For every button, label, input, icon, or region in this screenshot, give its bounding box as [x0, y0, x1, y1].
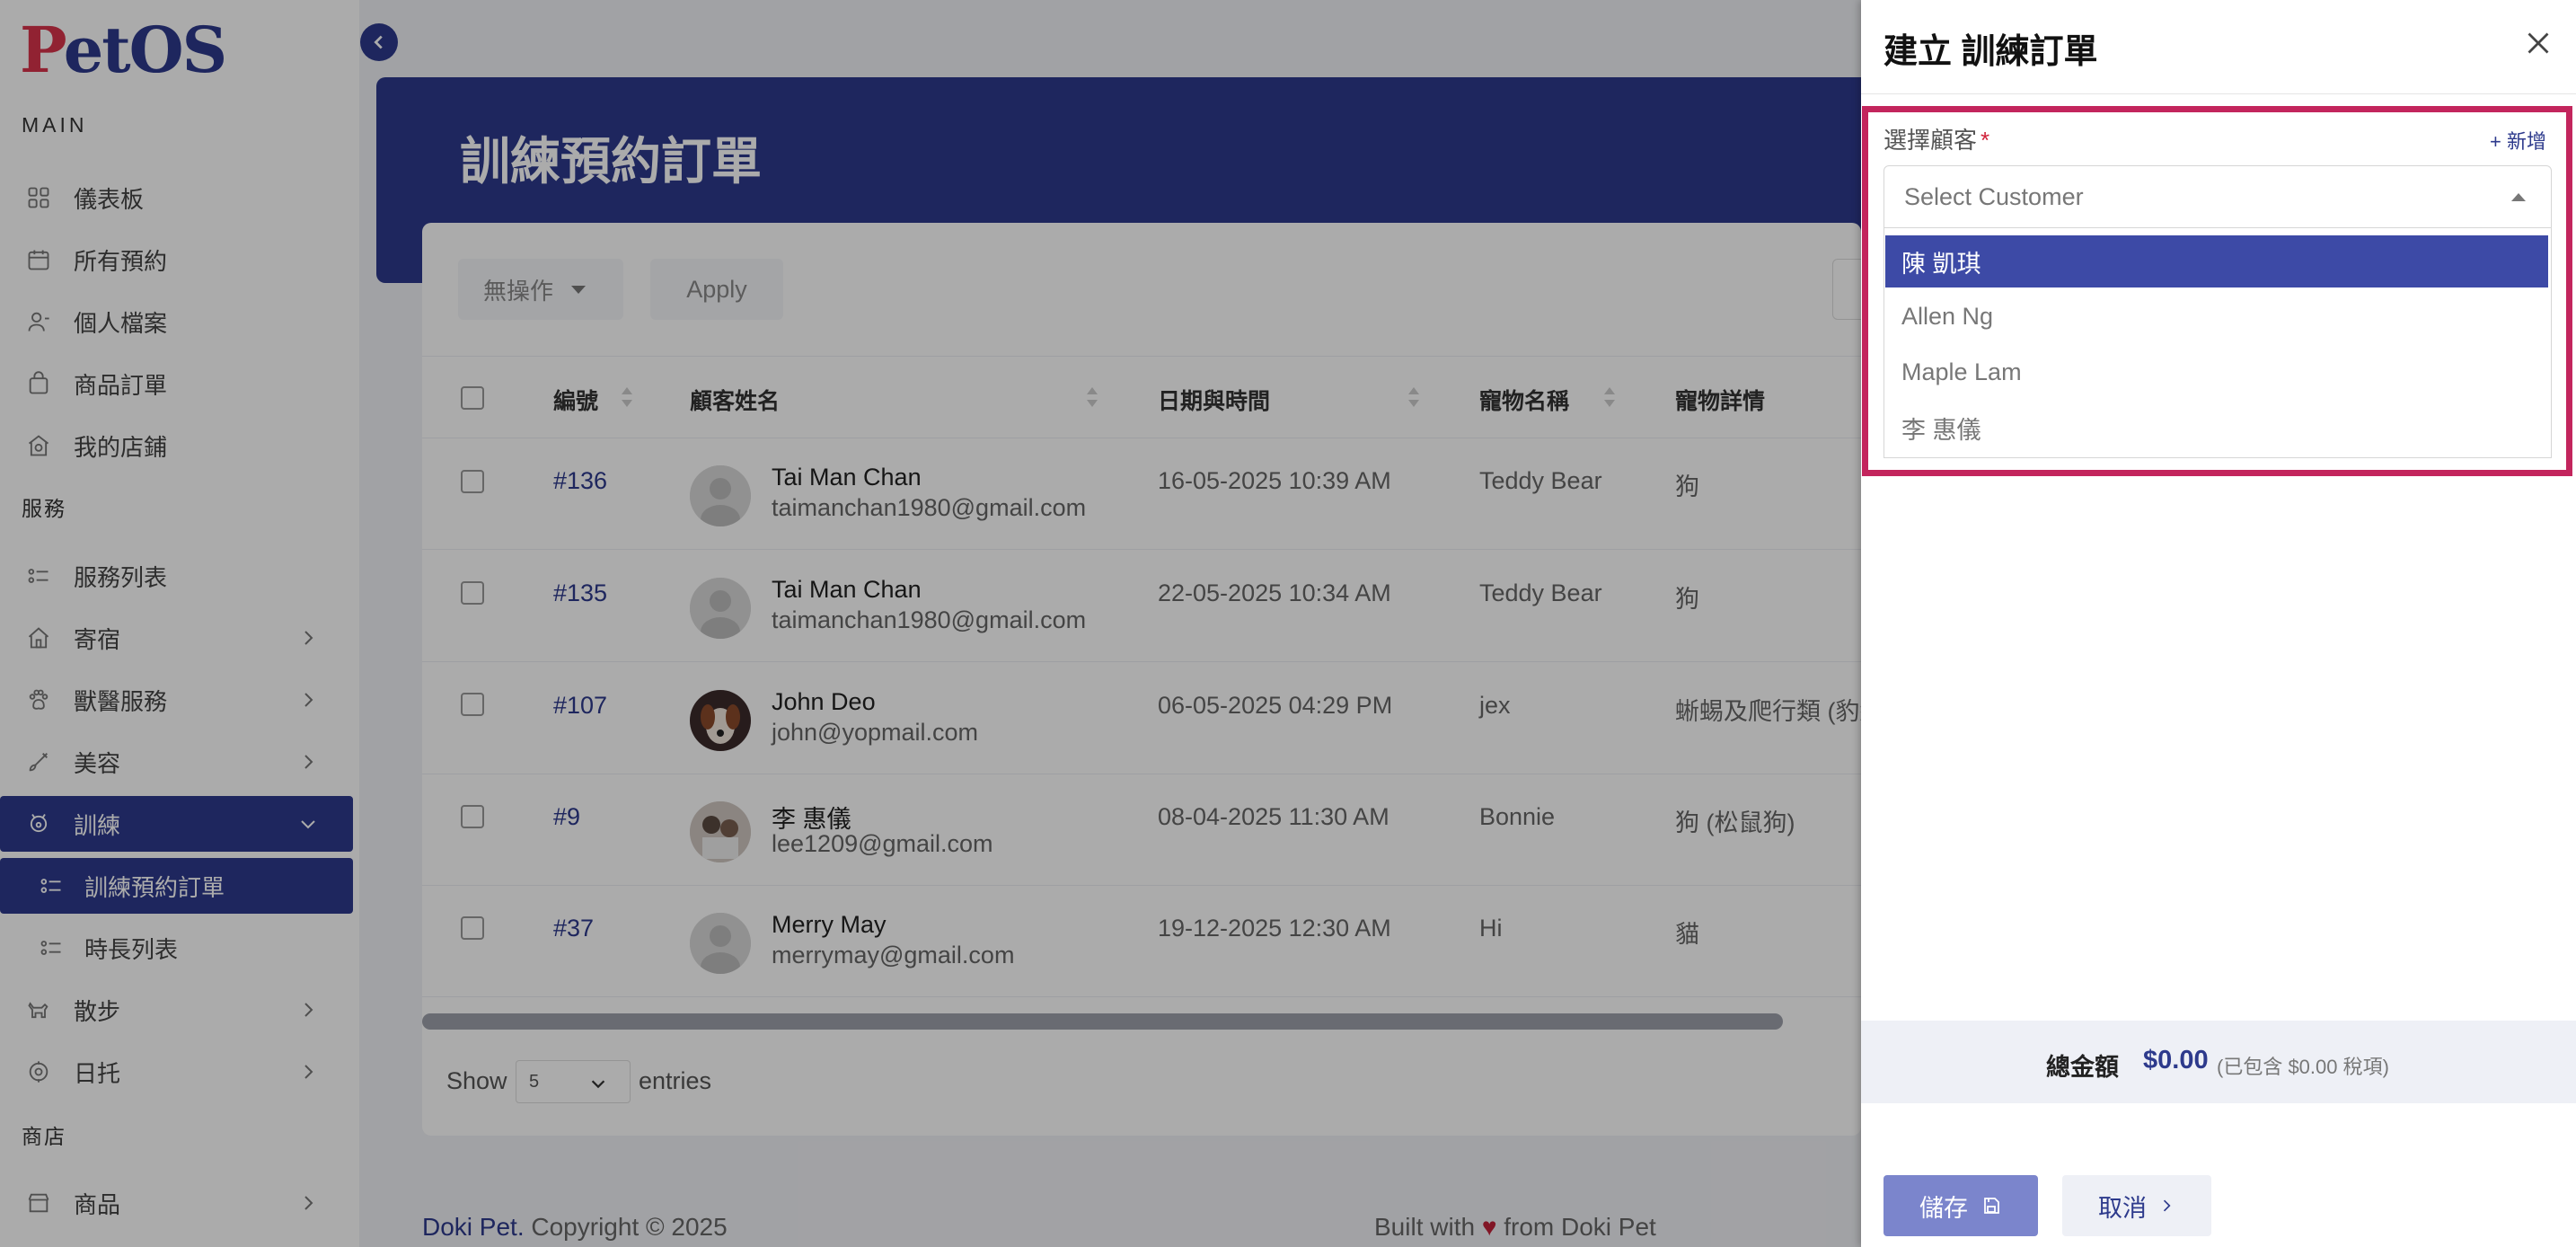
modal-backdrop[interactable]	[0, 0, 1861, 1247]
cancel-button-label: 取消	[2098, 1194, 2147, 1222]
drawer-divider	[1861, 93, 2576, 94]
total-tax-note: (已包含 $0.00 稅項)	[2217, 1056, 2389, 1078]
save-button[interactable]: 儲存	[1883, 1175, 2038, 1236]
highlight-outline	[1862, 106, 2572, 476]
save-button-label: 儲存	[1919, 1194, 1968, 1222]
save-icon	[1984, 1198, 1999, 1214]
total-label: 總金額	[2046, 1054, 2119, 1081]
drawer-title: 建立 訓練訂單	[1883, 33, 2098, 71]
chevron-right-icon	[2163, 1199, 2171, 1212]
total-value: $0.00	[2143, 1046, 2209, 1075]
cancel-button[interactable]: 取消	[2062, 1175, 2211, 1236]
close-icon[interactable]	[2522, 27, 2554, 59]
